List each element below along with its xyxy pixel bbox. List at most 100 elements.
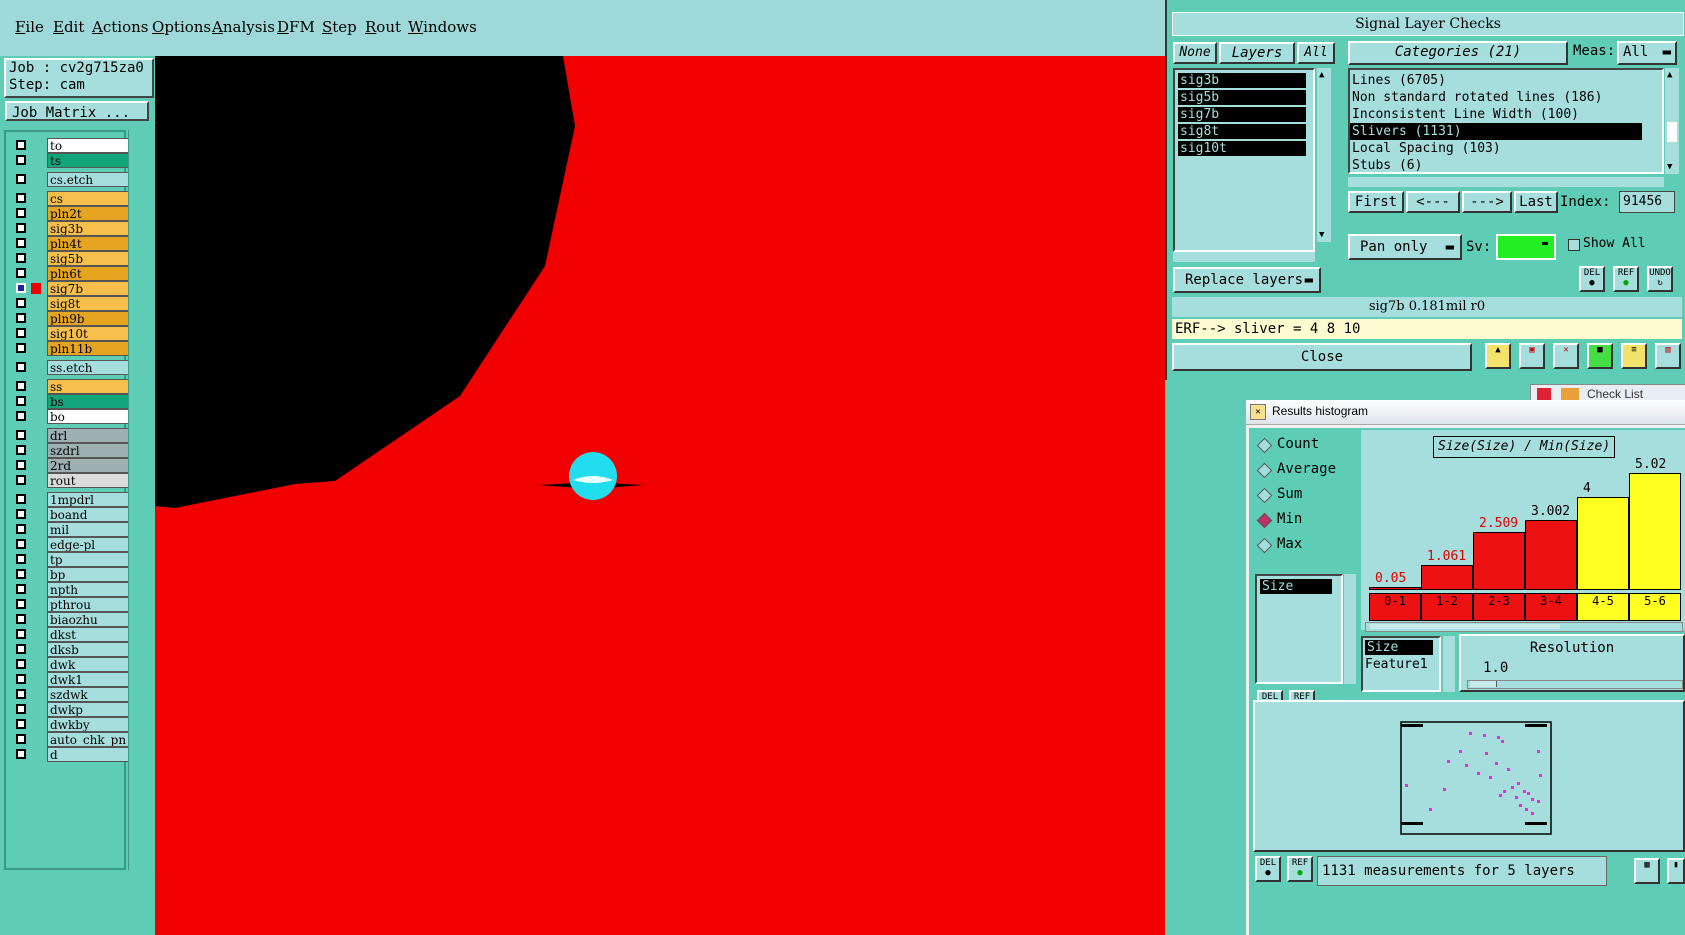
layer-name[interactable]: sig8t	[47, 296, 129, 311]
layer-name[interactable]: tp	[47, 552, 129, 567]
resolution-thumb[interactable]	[1470, 681, 1497, 687]
layer-checkbox[interactable]	[16, 599, 26, 609]
menu-windows[interactable]: Windows	[408, 18, 477, 36]
pan-dropdown[interactable]: Pan only ▬	[1348, 234, 1462, 260]
all-layers-button[interactable]: All	[1297, 42, 1335, 64]
layer-row[interactable]: sig10t	[14, 326, 129, 341]
layer-name[interactable]: pln11b	[47, 341, 129, 356]
layer-name[interactable]: auto_chk_pn	[47, 732, 129, 747]
layer-name[interactable]: ss.etch	[47, 360, 129, 375]
layer-row[interactable]: drl	[14, 428, 129, 443]
layer-row[interactable]: bs	[14, 394, 129, 409]
layer-row[interactable]: ss	[14, 379, 129, 394]
category-item[interactable]: Lines (6705)	[1350, 72, 1642, 89]
layer-checkbox[interactable]	[16, 554, 26, 564]
dialog-layer-item[interactable]: sig3b	[1178, 73, 1306, 88]
layer-row[interactable]: pthrou	[14, 597, 129, 612]
histogram-bar[interactable]	[1421, 565, 1473, 590]
layer-name[interactable]: dwkby	[47, 717, 129, 732]
layer-row[interactable]: cs.etch	[14, 172, 129, 187]
layer-checkbox[interactable]	[16, 253, 26, 263]
layer-row[interactable]: ts	[14, 153, 129, 168]
layer-row[interactable]: sig7b	[14, 281, 129, 296]
menu-analysis[interactable]: Analysis	[212, 18, 275, 36]
layer-row[interactable]: ss.etch	[14, 360, 129, 375]
aggregate-radio-min[interactable]: Min	[1253, 507, 1353, 532]
layer-checkbox[interactable]	[16, 460, 26, 470]
layer-list-scrollbar[interactable]: ▲ ▼	[1317, 68, 1331, 242]
layer-row[interactable]: pln2t	[14, 206, 129, 221]
error-report-icon[interactable]: ▲	[1485, 343, 1511, 369]
radio-icon[interactable]	[1256, 512, 1273, 529]
ref-icon[interactable]: REF●	[1287, 856, 1313, 882]
none-button[interactable]: None	[1173, 42, 1217, 64]
layer-row[interactable]: dwk1	[14, 672, 129, 687]
report-icon[interactable]: ≡	[1621, 343, 1647, 369]
layer-name[interactable]: sig5b	[47, 251, 129, 266]
del-icon[interactable]: DEL●	[1255, 856, 1281, 882]
layer-checkbox[interactable]	[16, 689, 26, 699]
layer-name[interactable]: dksb	[47, 642, 129, 657]
layer-scroll-area[interactable]	[128, 130, 154, 870]
layer-checkbox[interactable]	[16, 524, 26, 534]
feature-item[interactable]: Feature1	[1365, 657, 1437, 672]
layer-checkbox[interactable]	[16, 704, 26, 714]
layer-name[interactable]: 2rd	[47, 458, 129, 473]
layer-list-hscroll[interactable]	[1173, 252, 1315, 262]
scroll-up-icon[interactable]: ▲	[1667, 70, 1672, 80]
ref-icon[interactable]: REF●	[1613, 266, 1639, 292]
layer-checkbox[interactable]	[16, 208, 26, 218]
layer-checkbox[interactable]	[16, 298, 26, 308]
sv-color-dropdown[interactable]: ▬	[1496, 234, 1556, 260]
graphics-canvas[interactable]	[155, 56, 1165, 935]
layer-checkbox[interactable]	[16, 644, 26, 654]
layer-name[interactable]: mil	[47, 522, 129, 537]
layer-row[interactable]: pln4t	[14, 236, 129, 251]
size-item[interactable]: Size	[1365, 640, 1433, 655]
layer-checkbox[interactable]	[16, 629, 26, 639]
dialog-layer-item[interactable]: sig10t	[1178, 141, 1306, 156]
scroll-thumb[interactable]	[1667, 122, 1677, 142]
layer-checkbox[interactable]	[16, 539, 26, 549]
resolution-slider[interactable]	[1467, 680, 1683, 689]
histogram-bar[interactable]	[1525, 520, 1577, 590]
layer-checkbox[interactable]	[16, 362, 26, 372]
attribute-scrollbar[interactable]	[1344, 574, 1356, 684]
menu-file[interactable]: File	[15, 18, 44, 36]
prev-button[interactable]: <---	[1406, 191, 1460, 213]
chart-icon[interactable]: ▦	[1634, 858, 1660, 884]
radio-icon[interactable]	[1256, 462, 1273, 479]
job-matrix-button[interactable]: Job Matrix ...	[5, 101, 149, 121]
layer-name[interactable]: pln6t	[47, 266, 129, 281]
aggregate-radio-sum[interactable]: Sum	[1253, 482, 1353, 507]
distribution-preview[interactable]	[1253, 700, 1685, 852]
layer-checkbox[interactable]	[16, 174, 26, 184]
layer-row[interactable]: pln6t	[14, 266, 129, 281]
aggregate-radio-average[interactable]: Average	[1253, 457, 1353, 482]
category-item[interactable]: Slivers (1131)	[1350, 123, 1642, 140]
layer-name[interactable]: pln4t	[47, 236, 129, 251]
layer-checkbox[interactable]	[16, 494, 26, 504]
layer-checkbox[interactable]	[16, 140, 26, 150]
layer-row[interactable]: tp	[14, 552, 129, 567]
bin-label[interactable]: 1-2	[1421, 593, 1473, 621]
menu-rout[interactable]: Rout	[365, 18, 401, 36]
clear-icon[interactable]: ✕	[1553, 343, 1579, 369]
layer-checkbox[interactable]	[16, 155, 26, 165]
menu-actions[interactable]: Actions	[92, 18, 148, 36]
category-item[interactable]: Stubs (6)	[1350, 157, 1642, 174]
layer-checkbox[interactable]	[16, 238, 26, 248]
attribute-item[interactable]: Size	[1260, 579, 1332, 594]
layer-name[interactable]: ts	[47, 153, 129, 168]
histogram-bar[interactable]	[1629, 473, 1681, 590]
menu-options[interactable]: Options	[152, 18, 211, 36]
layer-name[interactable]: szdwk	[47, 687, 129, 702]
layer-row[interactable]: szdrl	[14, 443, 129, 458]
layer-row[interactable]: pln9b	[14, 311, 129, 326]
layer-checkbox[interactable]	[16, 584, 26, 594]
first-button[interactable]: First	[1348, 191, 1404, 213]
category-scrollbar[interactable]: ▲ ▼	[1665, 68, 1679, 174]
aggregate-radio-max[interactable]: Max	[1253, 532, 1353, 557]
layer-name[interactable]: dwk1	[47, 672, 129, 687]
more-icon[interactable]: ▮	[1667, 858, 1685, 884]
